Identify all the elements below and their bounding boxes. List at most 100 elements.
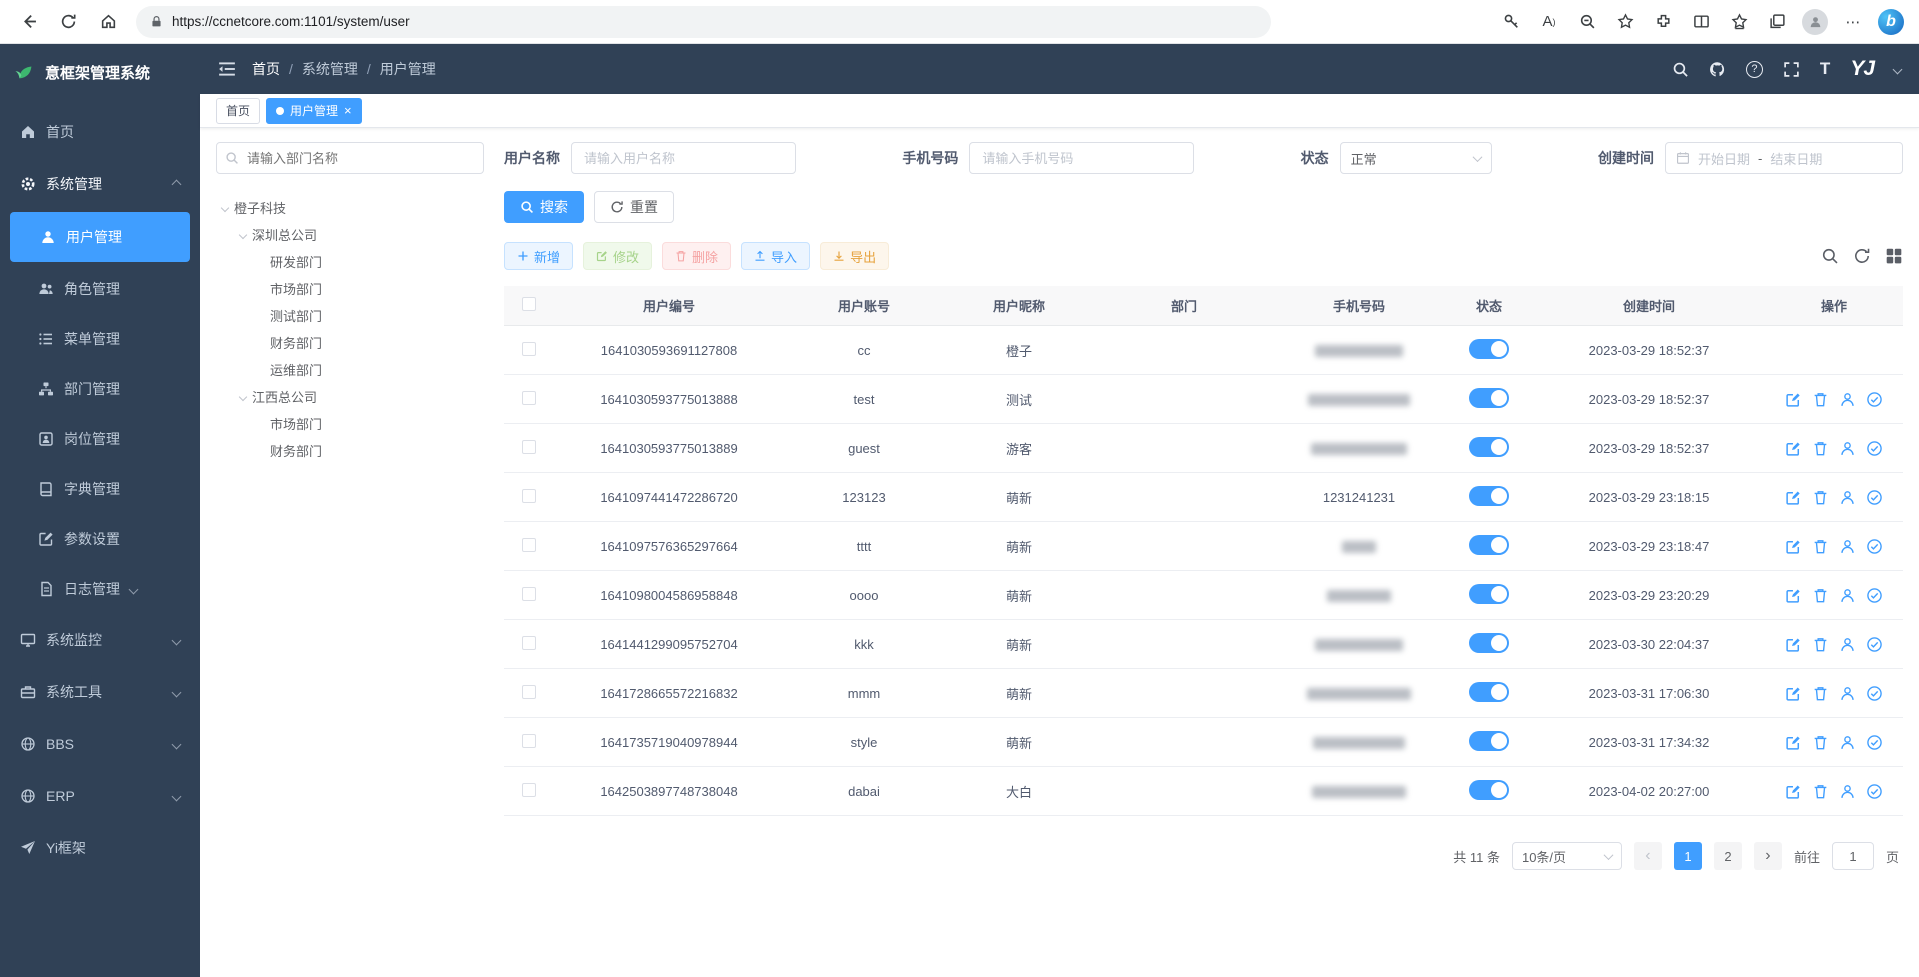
breadcrumb-system[interactable]: 系统管理 (302, 59, 358, 79)
page-1-button[interactable]: 1 (1674, 842, 1702, 870)
reset-password-icon[interactable] (1839, 734, 1856, 751)
split-screen-icon[interactable] (1683, 5, 1719, 39)
status-toggle[interactable] (1469, 535, 1509, 555)
more-menu-icon[interactable]: ⋯ (1835, 5, 1871, 39)
username-input[interactable] (571, 142, 796, 174)
edit-icon[interactable] (1785, 538, 1802, 555)
sidebar-item-erp[interactable]: ERP (0, 770, 200, 822)
import-button[interactable]: 导入 (741, 242, 810, 270)
edit-button[interactable]: 修改 (583, 242, 652, 270)
fullscreen-icon[interactable] (1783, 61, 1800, 78)
tree-node-dept[interactable]: 运维部门 (216, 356, 484, 383)
edit-icon[interactable] (1785, 440, 1802, 457)
caret-icon[interactable] (221, 203, 229, 211)
app-logo[interactable]: 意框架管理系统 (0, 44, 200, 100)
tree-node-dept[interactable]: 研发部门 (216, 248, 484, 275)
table-row[interactable]: 1641030593691127808 cc 橙子 2023-03-29 18:… (504, 326, 1903, 375)
table-row[interactable]: 1641097441472286720 123123 萌新 1231241231… (504, 473, 1903, 522)
table-row[interactable]: 1641728665572216832 mmm 萌新 2023-03-31 17… (504, 669, 1903, 718)
sidebar-item-dict-mgmt[interactable]: 字典管理 (8, 464, 192, 514)
assign-role-icon[interactable] (1866, 391, 1883, 408)
read-aloud-icon[interactable]: A) (1531, 5, 1567, 39)
font-size-icon[interactable]: T (1820, 59, 1830, 79)
edit-icon[interactable] (1785, 685, 1802, 702)
goto-page-input[interactable] (1832, 842, 1874, 870)
extensions-icon[interactable] (1645, 5, 1681, 39)
status-toggle[interactable] (1469, 731, 1509, 751)
breadcrumb-home[interactable]: 首页 (252, 59, 280, 79)
sidebar-item-param-settings[interactable]: 参数设置 (8, 514, 192, 564)
row-checkbox[interactable] (522, 489, 536, 503)
page-2-button[interactable]: 2 (1714, 842, 1742, 870)
delete-icon[interactable] (1812, 391, 1829, 408)
toggle-search-icon[interactable] (1821, 247, 1839, 265)
column-grid-icon[interactable] (1885, 247, 1903, 265)
delete-icon[interactable] (1812, 734, 1829, 751)
refresh-button[interactable] (50, 5, 86, 39)
help-icon[interactable]: ? (1746, 61, 1763, 78)
table-row[interactable]: 1641097576365297664 tttt 萌新 2023-03-29 2… (504, 522, 1903, 571)
assign-role-icon[interactable] (1866, 440, 1883, 457)
table-row[interactable]: 1641030593775013889 guest 游客 2023-03-29 … (504, 424, 1903, 473)
delete-icon[interactable] (1812, 685, 1829, 702)
assign-role-icon[interactable] (1866, 538, 1883, 555)
edit-icon[interactable] (1785, 489, 1802, 506)
edit-icon[interactable] (1785, 783, 1802, 800)
status-toggle[interactable] (1469, 486, 1509, 506)
status-toggle[interactable] (1469, 682, 1509, 702)
user-avatar[interactable]: YJ (1850, 57, 1874, 81)
tree-node-dept[interactable]: 财务部门 (216, 437, 484, 464)
reset-password-icon[interactable] (1839, 538, 1856, 555)
delete-icon[interactable] (1812, 783, 1829, 800)
bing-icon[interactable]: b (1873, 5, 1909, 39)
row-checkbox[interactable] (522, 440, 536, 454)
edit-icon[interactable] (1785, 734, 1802, 751)
back-button[interactable] (10, 5, 46, 39)
key-icon[interactable] (1493, 5, 1529, 39)
edit-icon[interactable] (1785, 391, 1802, 408)
sidebar-item-post-mgmt[interactable]: 岗位管理 (8, 414, 192, 464)
sidebar-item-system-tools[interactable]: 系统工具 (0, 666, 200, 718)
sidebar-item-system-mgmt[interactable]: 系统管理 (0, 158, 200, 210)
table-row[interactable]: 1641098004586958848 oooo 萌新 2023-03-29 2… (504, 571, 1903, 620)
table-row[interactable]: 1641030593775013888 test 测试 2023-03-29 1… (504, 375, 1903, 424)
collapse-sidebar-icon[interactable] (218, 60, 236, 78)
edit-icon[interactable] (1785, 636, 1802, 653)
reset-password-icon[interactable] (1839, 391, 1856, 408)
sidebar-item-system-monitor[interactable]: 系统监控 (0, 614, 200, 666)
sidebar-item-log-mgmt[interactable]: 日志管理 (8, 564, 192, 614)
sidebar-item-yi-framework[interactable]: Yi框架 (0, 822, 200, 874)
profile-avatar[interactable] (1797, 5, 1833, 39)
dept-search-input[interactable] (216, 142, 484, 174)
reset-password-icon[interactable] (1839, 489, 1856, 506)
sidebar-item-dept-mgmt[interactable]: 部门管理 (8, 364, 192, 414)
row-checkbox[interactable] (522, 587, 536, 601)
tree-node-company[interactable]: 深圳总公司 (216, 221, 484, 248)
status-toggle[interactable] (1469, 437, 1509, 457)
reset-password-icon[interactable] (1839, 685, 1856, 702)
caret-icon[interactable] (239, 392, 247, 400)
row-checkbox[interactable] (522, 636, 536, 650)
reset-button[interactable]: 重置 (594, 191, 674, 223)
delete-icon[interactable] (1812, 538, 1829, 555)
assign-role-icon[interactable] (1866, 489, 1883, 506)
search-icon[interactable] (1672, 61, 1689, 78)
github-icon[interactable] (1709, 61, 1726, 78)
add-button[interactable]: 新增 (504, 242, 573, 270)
table-row[interactable]: 1641735719040978944 style 萌新 2023-03-31 … (504, 718, 1903, 767)
search-button[interactable]: 搜索 (504, 191, 584, 223)
assign-role-icon[interactable] (1866, 783, 1883, 800)
status-toggle[interactable] (1469, 388, 1509, 408)
row-checkbox[interactable] (522, 734, 536, 748)
table-row[interactable]: 1642503897748738048 dabai 大白 2023-04-02 … (504, 767, 1903, 816)
favorite-add-icon[interactable] (1607, 5, 1643, 39)
tree-node-dept[interactable]: 财务部门 (216, 329, 484, 356)
delete-icon[interactable] (1812, 636, 1829, 653)
select-all-checkbox[interactable] (522, 297, 536, 311)
sidebar-item-role-mgmt[interactable]: 角色管理 (8, 264, 192, 314)
zoom-out-icon[interactable] (1569, 5, 1605, 39)
tree-node-root[interactable]: 橙子科技 (216, 194, 484, 221)
tag-user-mgmt[interactable]: 用户管理 × (266, 98, 362, 124)
tag-home[interactable]: 首页 (216, 98, 260, 124)
delete-icon[interactable] (1812, 587, 1829, 604)
